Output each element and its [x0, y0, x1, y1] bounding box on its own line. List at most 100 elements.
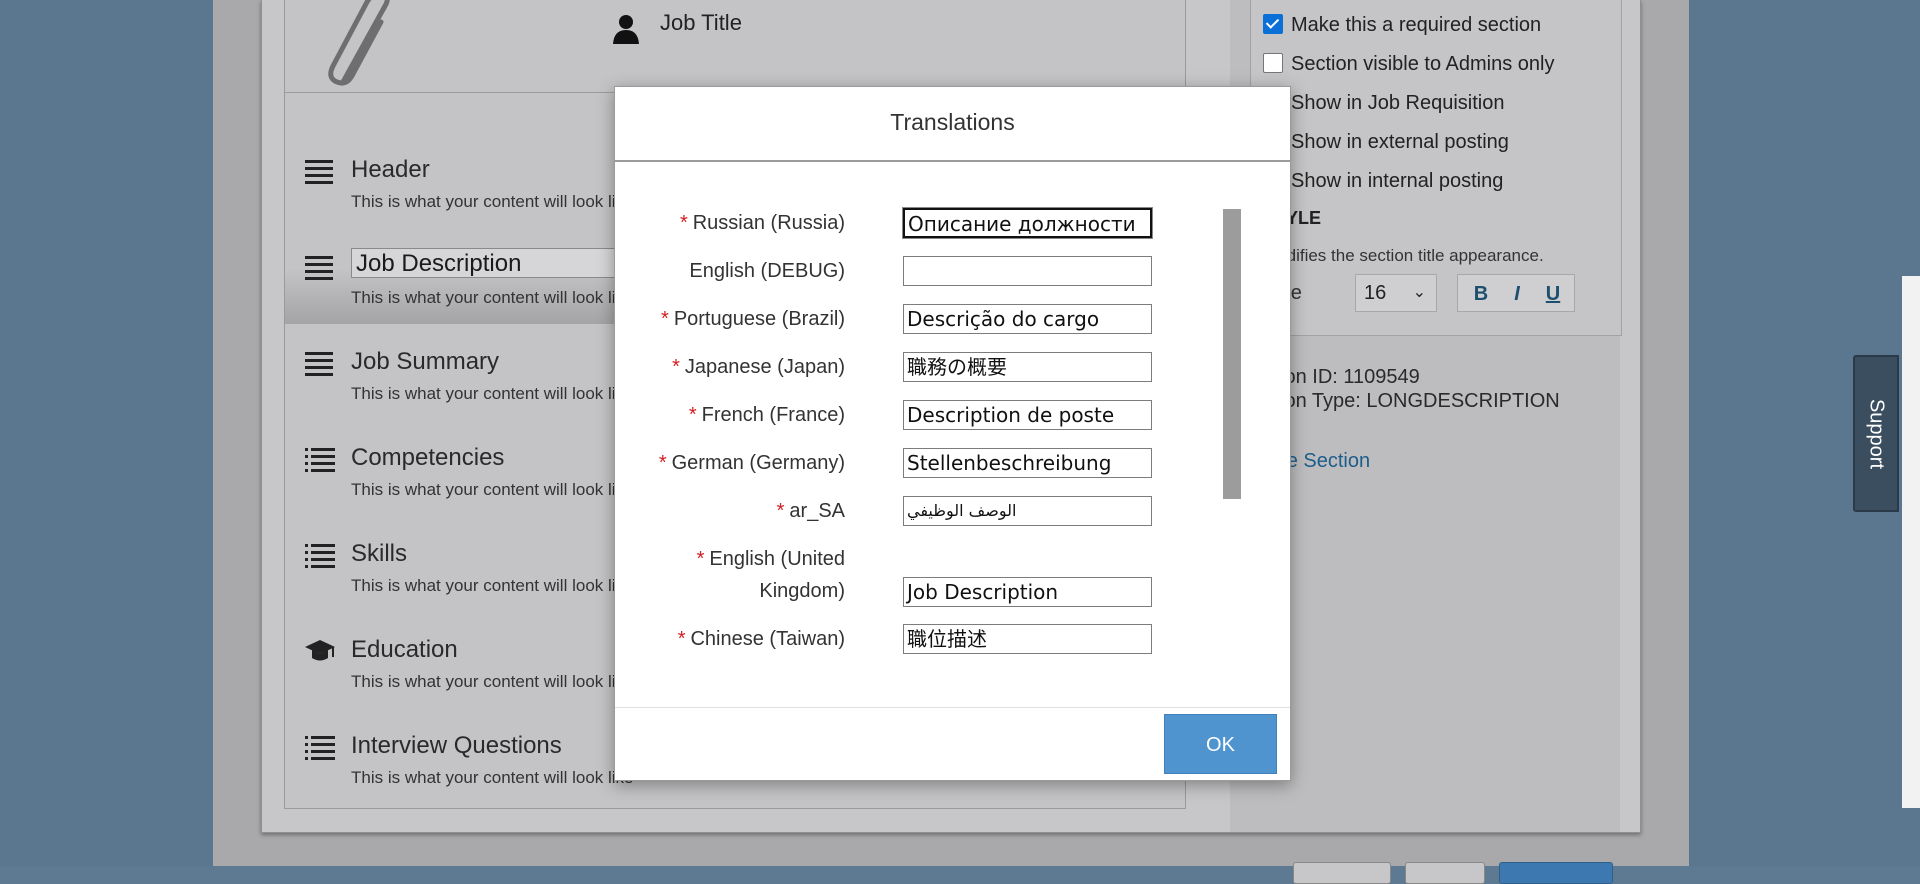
- section-title: Job Summary: [351, 348, 500, 375]
- language-name: ar_SA: [789, 500, 845, 522]
- translation-row: * French (France) Description de poste: [615, 399, 1235, 447]
- footer-button-primary[interactable]: [1499, 862, 1613, 884]
- section-description: This is what your content will look like: [351, 192, 634, 211]
- italic-button[interactable]: I: [1504, 281, 1530, 307]
- support-tab[interactable]: Support: [1853, 355, 1899, 512]
- language-name: Chinese (Taiwan): [690, 628, 845, 650]
- language-label: * French (France): [615, 399, 845, 431]
- language-name: Russian (Russia): [692, 212, 845, 234]
- property-checkbox-row[interactable]: Show in internal posting: [1263, 170, 1503, 193]
- translation-input[interactable]: 職位描述: [903, 624, 1152, 654]
- top-item-strip: Job Title: [285, 0, 1185, 93]
- required-asterisk: *: [672, 356, 680, 378]
- language-name: English (DEBUG): [689, 260, 845, 282]
- property-checkbox-row[interactable]: Show in Job Requisition: [1263, 92, 1504, 115]
- required-asterisk: *: [688, 404, 697, 426]
- section-description: This is what your content will look like: [351, 384, 634, 403]
- translation-input[interactable]: الوصف الوظيفي: [903, 496, 1152, 526]
- checkbox-label: Section visible to Admins only: [1291, 53, 1555, 75]
- translation-input[interactable]: [903, 256, 1152, 286]
- section-title: Header: [351, 156, 430, 183]
- paragraph-icon: [305, 158, 335, 184]
- checkbox-label: Make this a required section: [1291, 14, 1542, 36]
- required-asterisk: *: [679, 212, 688, 234]
- list-icon: [305, 446, 335, 472]
- translations-dialog: Translations * Russian (Russia) Описание д…: [614, 86, 1291, 781]
- language-label: * Portuguese (Brazil): [615, 303, 845, 335]
- checkbox-label: Show in internal posting: [1291, 170, 1504, 192]
- language-name: English (United Kingdom): [709, 548, 845, 602]
- ok-button[interactable]: OK: [1164, 714, 1277, 774]
- translation-row: * Chinese (Taiwan) 職位描述: [615, 623, 1235, 671]
- person-icon: [613, 15, 639, 44]
- property-checkbox-row[interactable]: Section visible to Admins only: [1263, 53, 1554, 76]
- translation-input[interactable]: 職務の概要: [903, 352, 1152, 382]
- backdrop-left: [0, 0, 213, 866]
- dialog-header: Translations: [615, 87, 1290, 162]
- chevron-down-icon: ⌄: [1412, 284, 1426, 301]
- translation-row: * English (United Kingdom) Job Description: [615, 543, 1235, 623]
- list-icon: [305, 734, 335, 760]
- checkbox[interactable]: [1263, 53, 1283, 73]
- language-label: * Japanese (Japan): [615, 351, 845, 383]
- text-format-group: B I U: [1457, 274, 1575, 312]
- checkbox-label: Show in external posting: [1291, 131, 1509, 153]
- section-description: This is what your content will look like: [351, 768, 634, 787]
- section-title: Interview Questions: [351, 732, 562, 759]
- graduation-cap-icon: [305, 638, 335, 664]
- section-properties: Make this a required section Section visi…: [1250, 0, 1622, 336]
- translation-input[interactable]: Job Description: [903, 577, 1152, 607]
- translation-row: English (DEBUG): [615, 255, 1235, 303]
- page-scrollbar[interactable]: [1902, 276, 1920, 808]
- checkbox-label: Show in Job Requisition: [1291, 92, 1505, 114]
- list-icon: [305, 542, 335, 568]
- underline-button[interactable]: U: [1540, 281, 1566, 307]
- paragraph-icon: [305, 254, 335, 280]
- checkbox[interactable]: [1263, 14, 1283, 34]
- translation-row: * German (Germany) Stellenbeschreibung: [615, 447, 1235, 495]
- language-name: German (Germany): [671, 452, 845, 474]
- translation-input[interactable]: Descrição do cargo: [903, 304, 1152, 334]
- translation-row: * Russian (Russia) Описание должности: [615, 207, 1235, 255]
- footer-button-1[interactable]: [1293, 862, 1391, 884]
- required-asterisk: *: [696, 548, 705, 570]
- section-title: Education: [351, 636, 458, 663]
- property-checkbox-row[interactable]: Make this a required section: [1263, 14, 1541, 37]
- dialog-title: Translations: [890, 109, 1015, 135]
- font-size-select[interactable]: 16 ⌄: [1355, 274, 1437, 312]
- translation-input[interactable]: Stellenbeschreibung: [903, 448, 1152, 478]
- translation-row: * Japanese (Japan) 職務の概要: [615, 351, 1235, 399]
- language-label: * Chinese (Taiwan): [615, 623, 845, 655]
- language-label: * Russian (Russia): [615, 207, 845, 239]
- section-description: This is what your content will look like: [351, 288, 634, 307]
- translation-input[interactable]: Описание должности: [903, 208, 1152, 238]
- translation-row: * ar_SA الوصف الوظيفي: [615, 495, 1235, 543]
- dialog-scrollbar[interactable]: [1223, 209, 1241, 499]
- language-name: Japanese (Japan): [684, 356, 845, 378]
- required-asterisk: *: [677, 628, 686, 650]
- paperclip-icon: [328, 0, 390, 86]
- style-description: Modifies the section title appearance.: [1263, 246, 1544, 265]
- language-label: * German (Germany): [615, 447, 845, 479]
- language-label: * English (United Kingdom): [615, 543, 845, 607]
- required-asterisk: *: [661, 308, 669, 330]
- translation-row: * Portuguese (Brazil) Descrição do cargo: [615, 303, 1235, 351]
- font-size-value: 16: [1364, 282, 1387, 304]
- section-title: Skills: [351, 540, 408, 567]
- language-label: * ar_SA: [615, 495, 845, 527]
- language-label: English (DEBUG): [615, 255, 845, 287]
- property-checkbox-row[interactable]: Show in external posting: [1263, 131, 1509, 154]
- bold-button[interactable]: B: [1468, 281, 1494, 307]
- paragraph-icon: [305, 350, 335, 376]
- translation-rows: * Russian (Russia) Описание должности Engli…: [615, 207, 1275, 673]
- support-label: Support: [1865, 398, 1888, 469]
- section-title: Competencies: [351, 444, 505, 471]
- section-description: This is what your content will look like: [351, 480, 634, 499]
- footer-button-2[interactable]: [1405, 862, 1485, 884]
- translation-input[interactable]: Description de poste: [903, 400, 1152, 430]
- language-name: Portuguese (Brazil): [673, 308, 845, 330]
- dialog-body: * Russian (Russia) Описание должности Engli…: [615, 207, 1275, 747]
- section-description: This is what your content will look like: [351, 576, 634, 595]
- section-description: This is what your content will look like: [351, 672, 634, 691]
- job-title-label: Job Title: [660, 10, 742, 35]
